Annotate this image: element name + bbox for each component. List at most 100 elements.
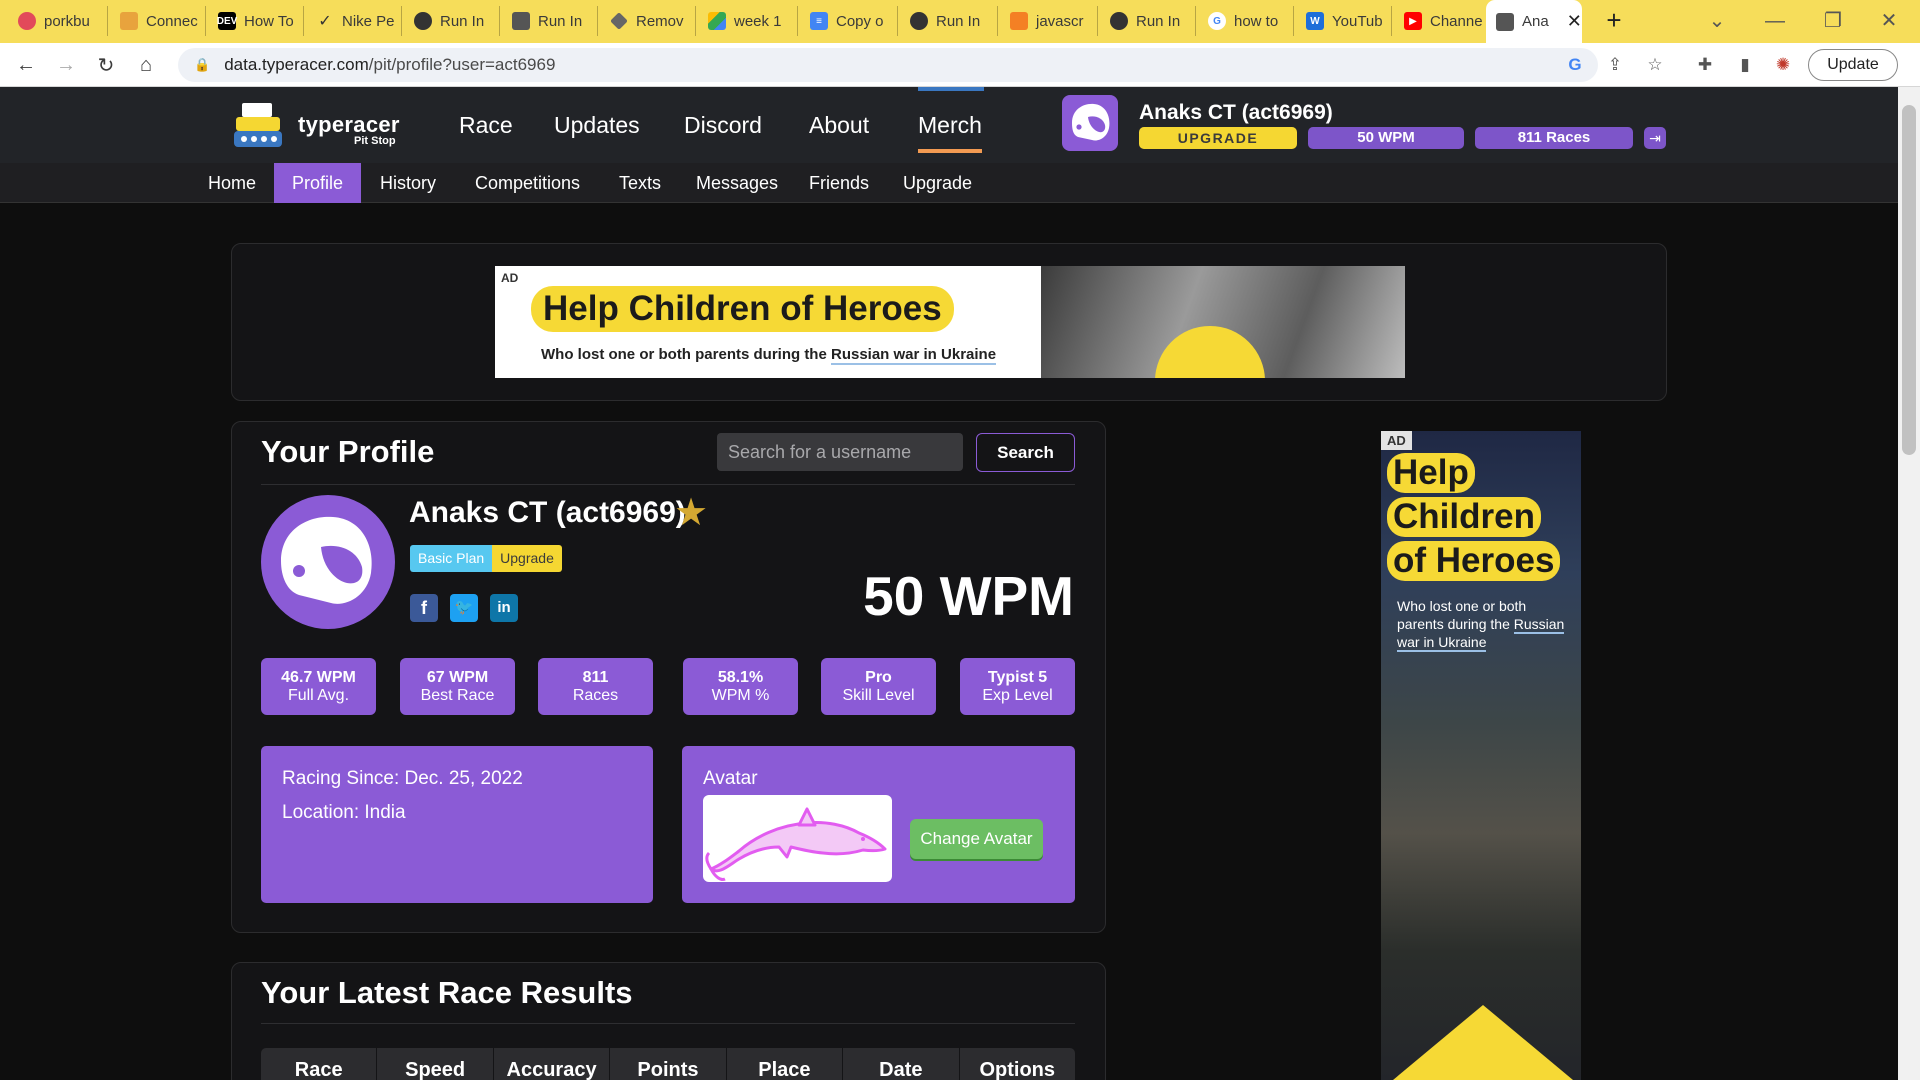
- browser-tab[interactable]: ▶ Channe: [1394, 6, 1490, 36]
- browser-tab[interactable]: W YouTub: [1296, 6, 1392, 36]
- username-search-input[interactable]: [717, 433, 963, 471]
- helmet-icon: [281, 516, 372, 604]
- browser-tab[interactable]: DEV How To: [208, 6, 304, 36]
- stat-value: Pro: [865, 669, 892, 686]
- tab-label: Run In: [1136, 12, 1181, 30]
- back-icon[interactable]: ←: [10, 49, 42, 81]
- stat-label: Skill Level: [842, 687, 915, 704]
- col-options[interactable]: Options: [960, 1048, 1075, 1080]
- divider: [261, 484, 1075, 485]
- subnav-profile[interactable]: Profile: [274, 163, 362, 203]
- header-upgrade-button[interactable]: UPGRADE: [1139, 127, 1297, 149]
- stat-value: 67 WPM: [426, 669, 489, 686]
- results-title: Your Latest Race Results: [261, 975, 633, 1010]
- linkedin-icon[interactable]: in: [490, 594, 518, 622]
- browser-tab[interactable]: javascr: [1000, 6, 1098, 36]
- stat-full-avg: 46.7 WPM Full Avg.: [261, 658, 376, 715]
- profile-icon[interactable]: ✺: [1770, 52, 1796, 78]
- browser-tab[interactable]: Run In: [900, 6, 998, 36]
- browser-tab[interactable]: Connec: [110, 6, 206, 36]
- browser-tab-active[interactable]: Ana ✕: [1486, 0, 1582, 43]
- col-place[interactable]: Place: [727, 1048, 844, 1080]
- nav-race[interactable]: Race: [459, 112, 513, 139]
- gold-star-icon: ★: [674, 492, 709, 534]
- profile-avatar: [261, 495, 395, 629]
- w-icon: W: [1306, 12, 1324, 30]
- col-date[interactable]: Date: [843, 1048, 960, 1080]
- tab-search-icon[interactable]: ⌄: [1694, 6, 1740, 36]
- twitter-icon[interactable]: 🐦: [450, 594, 478, 622]
- browser-tab[interactable]: Run In: [1100, 6, 1196, 36]
- browser-update-button[interactable]: Update: [1808, 49, 1898, 81]
- home-icon[interactable]: ⌂: [130, 49, 162, 81]
- browser-tab[interactable]: ✓ Nike Pe: [306, 6, 402, 36]
- browser-tab[interactable]: week 1: [698, 6, 798, 36]
- stat-label: WPM %: [711, 687, 770, 704]
- address-bar[interactable]: 🔒 data.typeracer.com/pit/profile?user=ac…: [178, 48, 1598, 82]
- reload-icon[interactable]: ↻: [90, 49, 122, 81]
- header-username[interactable]: Anaks CT (act6969): [1139, 101, 1333, 125]
- docs-icon: ≡: [810, 12, 828, 30]
- side-ad-headline-line: Children: [1387, 497, 1541, 537]
- extensions-icon[interactable]: ✚: [1692, 52, 1718, 78]
- nav-discord[interactable]: Discord: [684, 112, 762, 139]
- typeracer-logo[interactable]: typeracer Pit Stop: [232, 101, 400, 149]
- col-points[interactable]: Points: [610, 1048, 727, 1080]
- close-tab-icon[interactable]: ✕: [1567, 11, 1582, 32]
- minimize-button[interactable]: —: [1752, 6, 1798, 36]
- subnav-friends[interactable]: Friends: [791, 163, 887, 203]
- browser-tab[interactable]: Run In: [502, 6, 598, 36]
- nav-about[interactable]: About: [809, 112, 869, 139]
- forward-icon[interactable]: →: [50, 49, 82, 81]
- page-scrollbar[interactable]: [1898, 87, 1920, 1080]
- browser-tab[interactable]: Run In: [404, 6, 500, 36]
- tab-label: Ana: [1522, 13, 1549, 30]
- browser-tab[interactable]: porkbu: [8, 6, 108, 36]
- new-tab-button[interactable]: +: [1598, 6, 1630, 36]
- browser-toolbar: ← → ↻ ⌂ 🔒 data.typeracer.com/pit/profile…: [0, 43, 1920, 87]
- browser-tab[interactable]: Ghow to: [1198, 6, 1294, 36]
- stat-best-race: 67 WPM Best Race: [400, 658, 515, 715]
- typewriter-icon: [1496, 12, 1514, 31]
- subnav-competitions[interactable]: Competitions: [457, 163, 598, 203]
- stack-icon: [1010, 12, 1028, 30]
- plan-upgrade-link[interactable]: Upgrade: [492, 545, 562, 572]
- subnav-texts[interactable]: Texts: [601, 163, 679, 203]
- tab-label: YouTub: [1332, 12, 1383, 30]
- side-ad-headline-line: of Heroes: [1387, 541, 1561, 581]
- facebook-icon[interactable]: f: [410, 594, 438, 622]
- subnav-history[interactable]: History: [362, 163, 454, 203]
- header-avatar[interactable]: [1062, 95, 1118, 151]
- subnav-upgrade[interactable]: Upgrade: [885, 163, 990, 203]
- google-icon: G: [1208, 12, 1226, 30]
- restore-button[interactable]: ❐: [1810, 6, 1856, 36]
- share-icon[interactable]: ⇪: [1602, 52, 1628, 78]
- close-window-button[interactable]: ✕: [1866, 6, 1912, 36]
- subnav-home[interactable]: Home: [190, 163, 274, 203]
- tab-label: Channe: [1430, 12, 1483, 30]
- browser-tab[interactable]: ≡ Copy o: [800, 6, 898, 36]
- side-panel-icon[interactable]: ▮: [1732, 52, 1758, 78]
- nav-merch[interactable]: Merch: [918, 112, 982, 153]
- browser-tab[interactable]: Remov: [600, 6, 696, 36]
- side-ad-banner[interactable]: AD Help Children of Heroes Who lost one …: [1381, 431, 1581, 1080]
- google-lens-icon[interactable]: G: [1562, 52, 1588, 78]
- logout-icon[interactable]: ⇥: [1644, 127, 1666, 149]
- nike-icon: ✓: [318, 13, 332, 30]
- scrollbar-thumb[interactable]: [1902, 105, 1916, 455]
- nav-updates[interactable]: Updates: [554, 112, 640, 139]
- dolphin-icon: [705, 807, 887, 881]
- col-accuracy[interactable]: Accuracy: [494, 1048, 611, 1080]
- stat-value: 58.1%: [717, 669, 764, 686]
- plan-badge[interactable]: Basic Plan Upgrade: [410, 545, 562, 572]
- search-button[interactable]: Search: [976, 433, 1075, 472]
- top-ad-banner[interactable]: AD Help Children of Heroes Who lost one …: [495, 266, 1405, 378]
- subnav-messages[interactable]: Messages: [678, 163, 796, 203]
- col-speed[interactable]: Speed: [377, 1048, 494, 1080]
- col-race[interactable]: Race: [261, 1048, 378, 1080]
- stat-value: Typist 5: [987, 669, 1048, 686]
- stat-races: 811 Races: [538, 658, 653, 715]
- basic-plan-label: Basic Plan: [410, 545, 493, 572]
- bookmark-star-icon[interactable]: ☆: [1642, 52, 1668, 78]
- change-avatar-button[interactable]: Change Avatar: [910, 819, 1043, 859]
